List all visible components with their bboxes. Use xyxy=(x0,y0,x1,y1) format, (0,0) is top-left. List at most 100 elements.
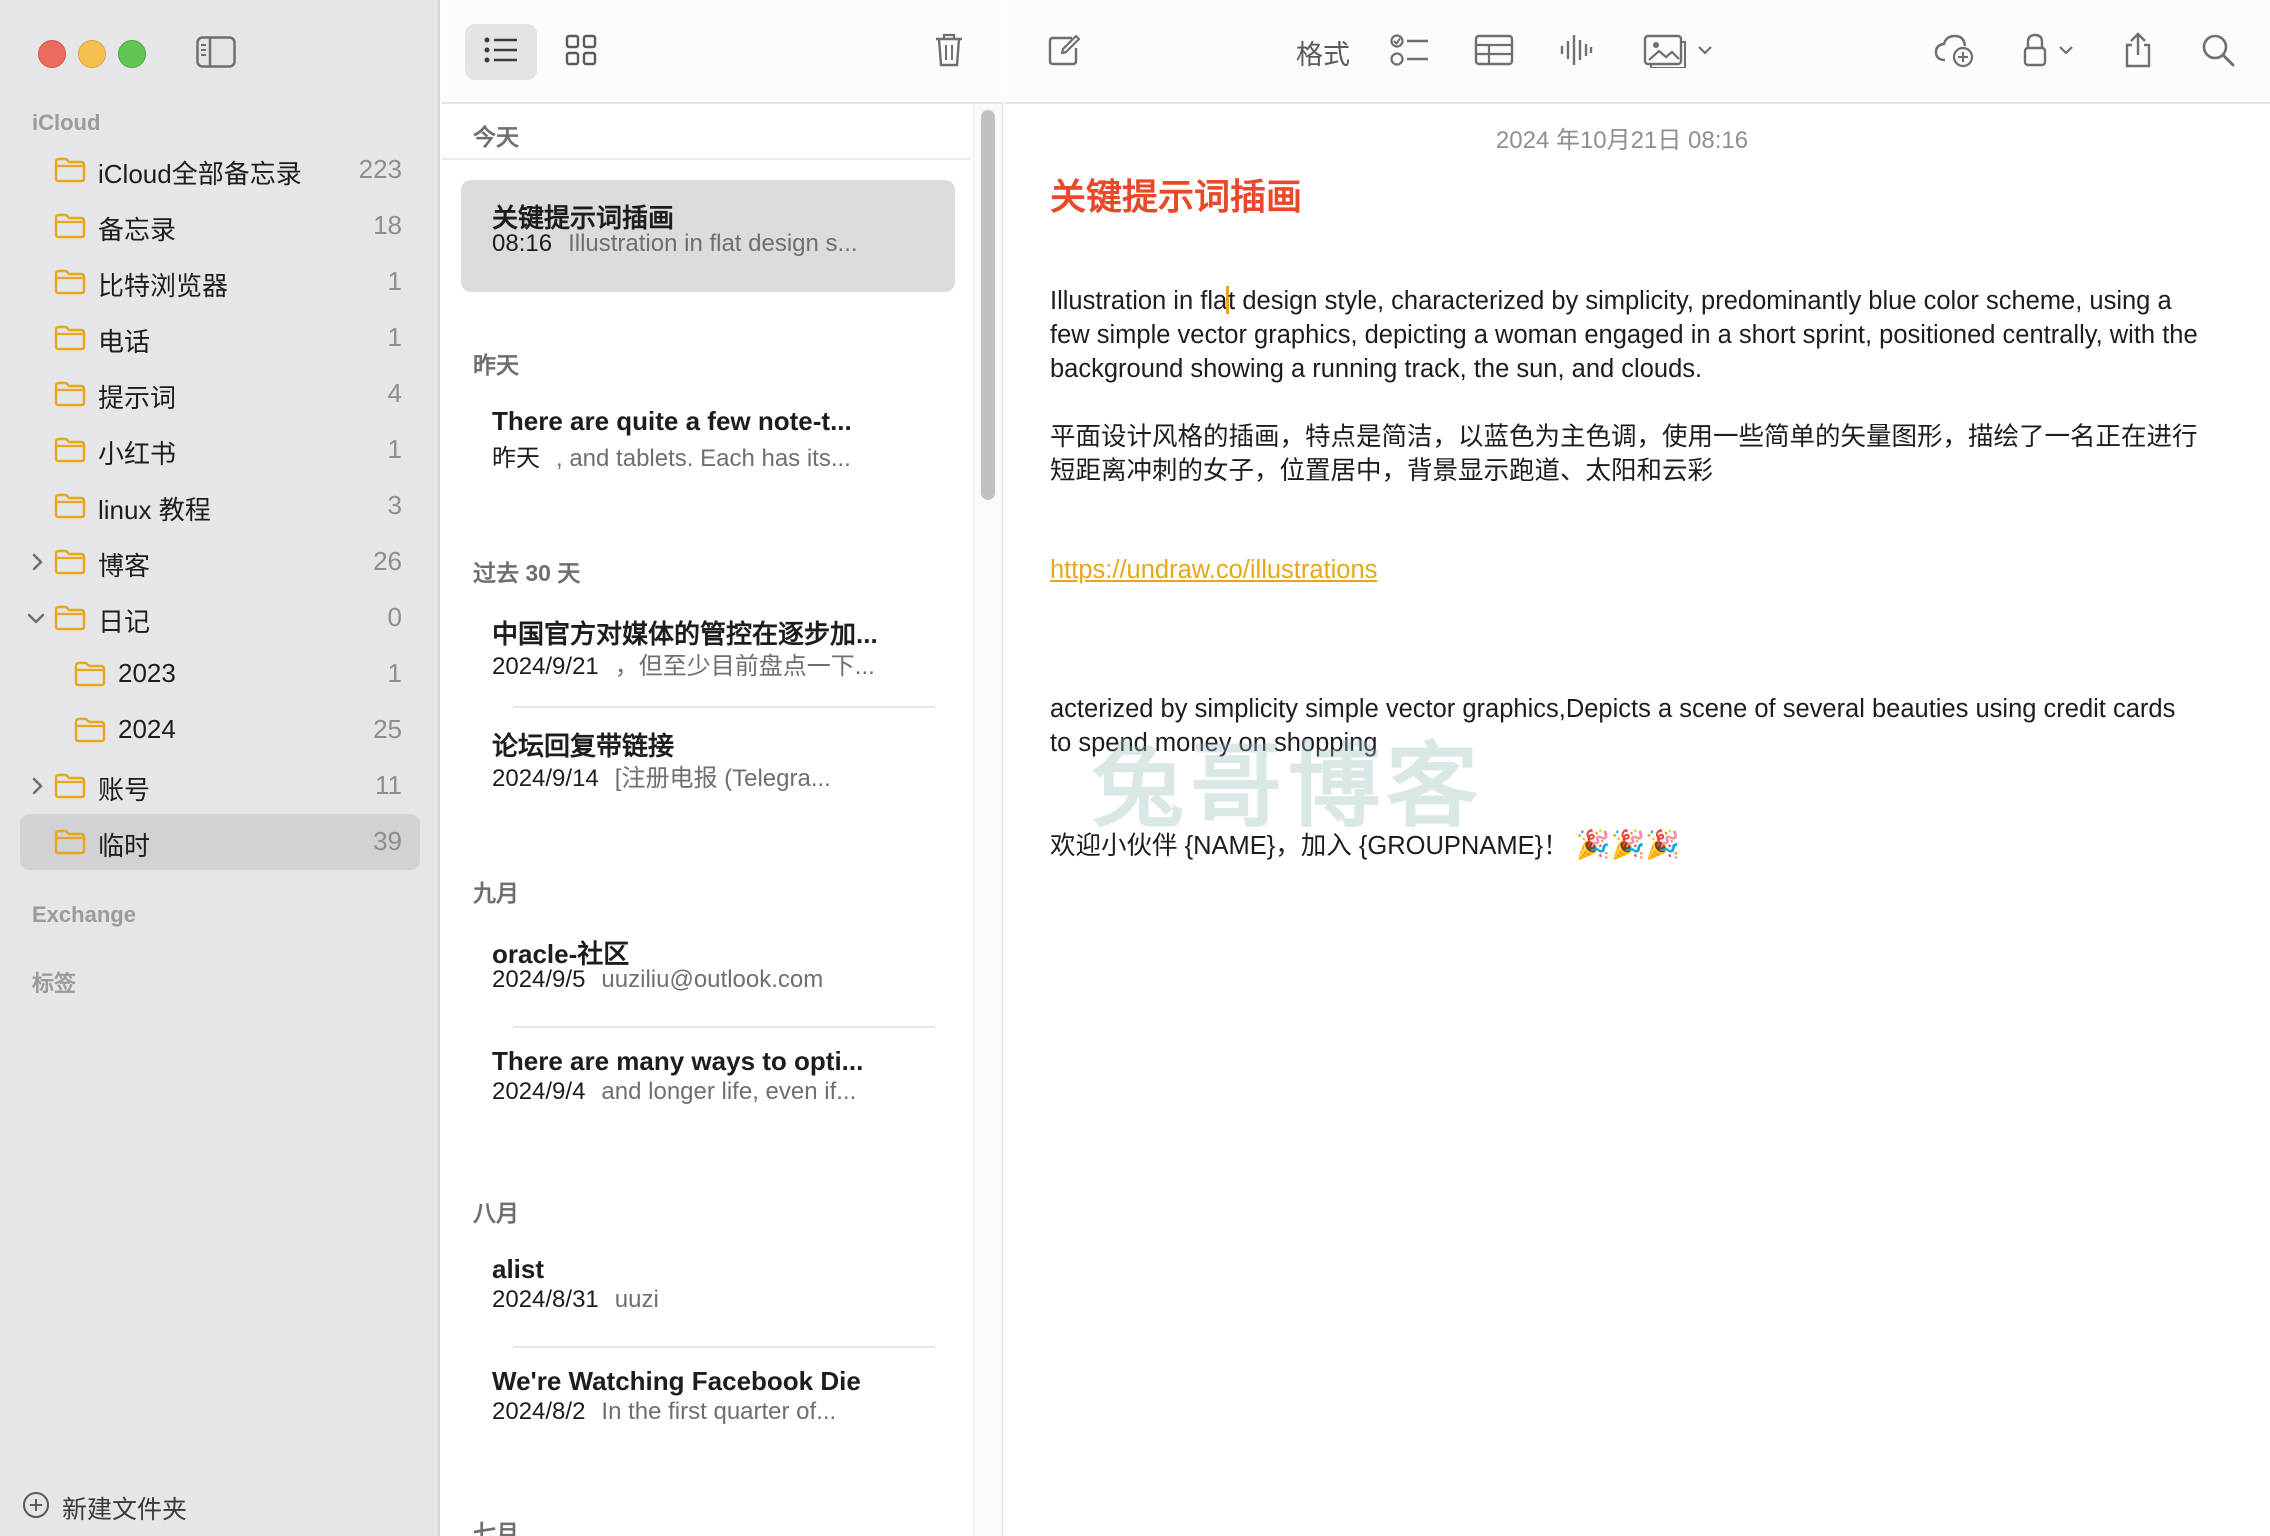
note-subline: 2024/9/5 uuziliu@outlook.com xyxy=(492,966,912,994)
note-item[interactable]: oracle-社区 2024/9/5 uuziliu@outlook.com xyxy=(461,916,955,1028)
note-timestamp: 2024 年10月21日 08:16 xyxy=(1495,127,1749,154)
photo-icon xyxy=(1643,32,1687,73)
note-paragraph-english[interactable]: Illustration in flat design style, chara… xyxy=(1050,284,2200,386)
folder-temporary[interactable]: 临时 39 xyxy=(20,814,420,870)
folder-count: 1 xyxy=(387,434,402,464)
group-header-august: 八月 xyxy=(473,1200,519,1226)
group-header-july: 七月 xyxy=(473,1520,519,1536)
note-title: There are quite a few note-t... xyxy=(492,406,852,436)
note-subline: 2024/8/31 uuzi xyxy=(492,1286,912,1314)
group-header-last-30-days: 过去 30 天 xyxy=(473,560,581,586)
folder-count: 0 xyxy=(387,602,402,632)
checklist-button[interactable] xyxy=(1386,26,1434,78)
folder-bit-browser[interactable]: 比特浏览器 1 xyxy=(20,254,420,310)
note-subline: 2024/8/2 In the first quarter of... xyxy=(492,1398,912,1426)
paragraph-text-start: Illustration in fla xyxy=(1050,287,1228,315)
folder-label: 2023 xyxy=(118,658,176,688)
chevron-right-icon[interactable] xyxy=(28,550,48,574)
folder-count: 1 xyxy=(387,266,402,296)
sidebar-toggle-icon[interactable] xyxy=(196,36,236,68)
folder-label: 2024 xyxy=(118,714,176,744)
note-item[interactable]: alist 2024/8/31 uuzi xyxy=(461,1236,955,1348)
note-subline: 08:16 Illustration in flat design s... xyxy=(492,230,912,258)
chevron-right-icon[interactable] xyxy=(28,774,48,798)
folder-label: 博客 xyxy=(98,551,151,581)
note-subline: 2024/9/21 ，但至少目前盘点一下... xyxy=(492,646,912,681)
note-date: 2024/9/5 xyxy=(492,966,586,993)
audio-button[interactable] xyxy=(1552,26,1600,78)
note-list-pane: 今天 关键提示词插画 08:16 Illustration in flat des… xyxy=(441,0,1003,1536)
editor-toolbar: 格式 xyxy=(1004,0,2270,104)
folder-icon xyxy=(54,325,86,351)
folder-count: 11 xyxy=(375,770,402,800)
folder-count: 1 xyxy=(387,658,402,688)
scrollbar-thumb[interactable] xyxy=(981,110,995,500)
share-button[interactable] xyxy=(2114,26,2162,78)
chevron-down-icon xyxy=(2058,43,2074,61)
search-button[interactable] xyxy=(2194,26,2242,78)
folder-count: 18 xyxy=(373,210,402,240)
note-date: 08:16 xyxy=(492,230,553,257)
group-header-september: 九月 xyxy=(473,880,519,906)
trash-icon xyxy=(934,32,964,73)
folder-diary-2023[interactable]: 2023 1 xyxy=(20,646,420,702)
note-paragraph-chinese[interactable]: 平面设计风格的插画，特点是简洁，以蓝色为主色调，使用一些简单的矢量图形，描绘了一… xyxy=(1050,420,2200,488)
folder-icloud-all[interactable]: iCloud全部备忘录 223 xyxy=(20,142,420,198)
folder-phone[interactable]: 电话 1 xyxy=(20,310,420,366)
note-item[interactable]: 论坛回复带链接 2024/9/14 [注册电报 (Telegra... xyxy=(461,708,955,820)
delete-note-button[interactable] xyxy=(921,24,977,80)
folder-icon xyxy=(54,773,86,799)
format-button[interactable]: 格式 xyxy=(1288,26,1358,78)
note-item-selected[interactable]: 关键提示词插画 08:16 Illustration in flat design… xyxy=(461,180,955,292)
folder-diary[interactable]: 日记 0 xyxy=(20,590,420,646)
note-date: 2024/9/21 xyxy=(492,653,599,680)
collaborate-button[interactable] xyxy=(1930,26,1978,78)
folder-linux-tutorial[interactable]: linux 教程 3 xyxy=(20,478,420,534)
share-icon xyxy=(2122,31,2154,74)
note-date: 2024/9/14 xyxy=(492,765,599,792)
note-link[interactable]: https://undraw.co/illustrations xyxy=(1050,556,1377,585)
table-button[interactable] xyxy=(1470,26,1518,78)
note-item[interactable]: There are quite a few note-t... 昨天 , and … xyxy=(461,388,955,500)
minimize-window-button[interactable] xyxy=(78,40,106,68)
note-preview: uuziliu@outlook.com xyxy=(601,966,824,993)
folder-icon xyxy=(54,269,86,295)
folder-prompts[interactable]: 提示词 4 xyxy=(20,366,420,422)
note-heading[interactable]: 关键提示词插画 xyxy=(1050,168,1302,220)
folder-blog[interactable]: 博客 26 xyxy=(20,534,420,590)
folder-label: 比特浏览器 xyxy=(98,271,229,301)
new-folder-label: 新建文件夹 xyxy=(62,1496,188,1524)
list-view-button[interactable] xyxy=(465,24,537,80)
folder-label: 日记 xyxy=(98,607,151,637)
folder-icon xyxy=(54,381,86,407)
compose-button[interactable] xyxy=(1040,26,1088,78)
waveform-icon xyxy=(1558,32,1594,73)
folder-icon xyxy=(54,829,86,855)
folder-count: 39 xyxy=(373,826,402,856)
lock-button[interactable] xyxy=(2016,26,2080,78)
note-preview: In the first quarter of... xyxy=(601,1398,837,1425)
tags-label[interactable]: 标签 xyxy=(32,966,76,998)
note-item[interactable]: We're Watching Facebook Die 2024/8/2 In t… xyxy=(461,1348,955,1460)
watermark: 兔哥博客 xyxy=(1092,736,1485,838)
close-window-button[interactable] xyxy=(38,40,66,68)
gallery-view-button[interactable] xyxy=(551,24,611,80)
account-label-exchange[interactable]: Exchange xyxy=(32,902,136,928)
zoom-window-button[interactable] xyxy=(118,40,146,68)
folder-diary-2024[interactable]: 2024 25 xyxy=(20,702,420,758)
note-item[interactable]: There are many ways to opti... 2024/9/4 a… xyxy=(461,1028,955,1140)
folder-count: 25 xyxy=(373,714,402,744)
group-header-today: 今天 xyxy=(473,124,519,150)
note-item[interactable]: 中国官方对媒体的管控在逐步加... 2024/9/21 ，但至少目前盘点一下... xyxy=(461,596,955,708)
media-button[interactable] xyxy=(1636,26,1720,78)
folder-accounts[interactable]: 账号 11 xyxy=(20,758,420,814)
note-date: 2024/9/4 xyxy=(492,1078,586,1105)
folder-xiaohongshu[interactable]: 小红书 1 xyxy=(20,422,420,478)
sidebar: iCloud iCloud全部备忘录 223 备忘录 18 比特浏览器 1 电话… xyxy=(0,0,440,1536)
folder-notes[interactable]: 备忘录 18 xyxy=(20,198,420,254)
new-folder-button[interactable]: 新建文件夹 xyxy=(22,1490,187,1526)
list-view-icon xyxy=(483,36,519,69)
chevron-down-icon[interactable] xyxy=(26,606,46,630)
note-preview: ，但至少目前盘点一下... xyxy=(614,653,875,680)
folder-icon xyxy=(54,213,86,239)
